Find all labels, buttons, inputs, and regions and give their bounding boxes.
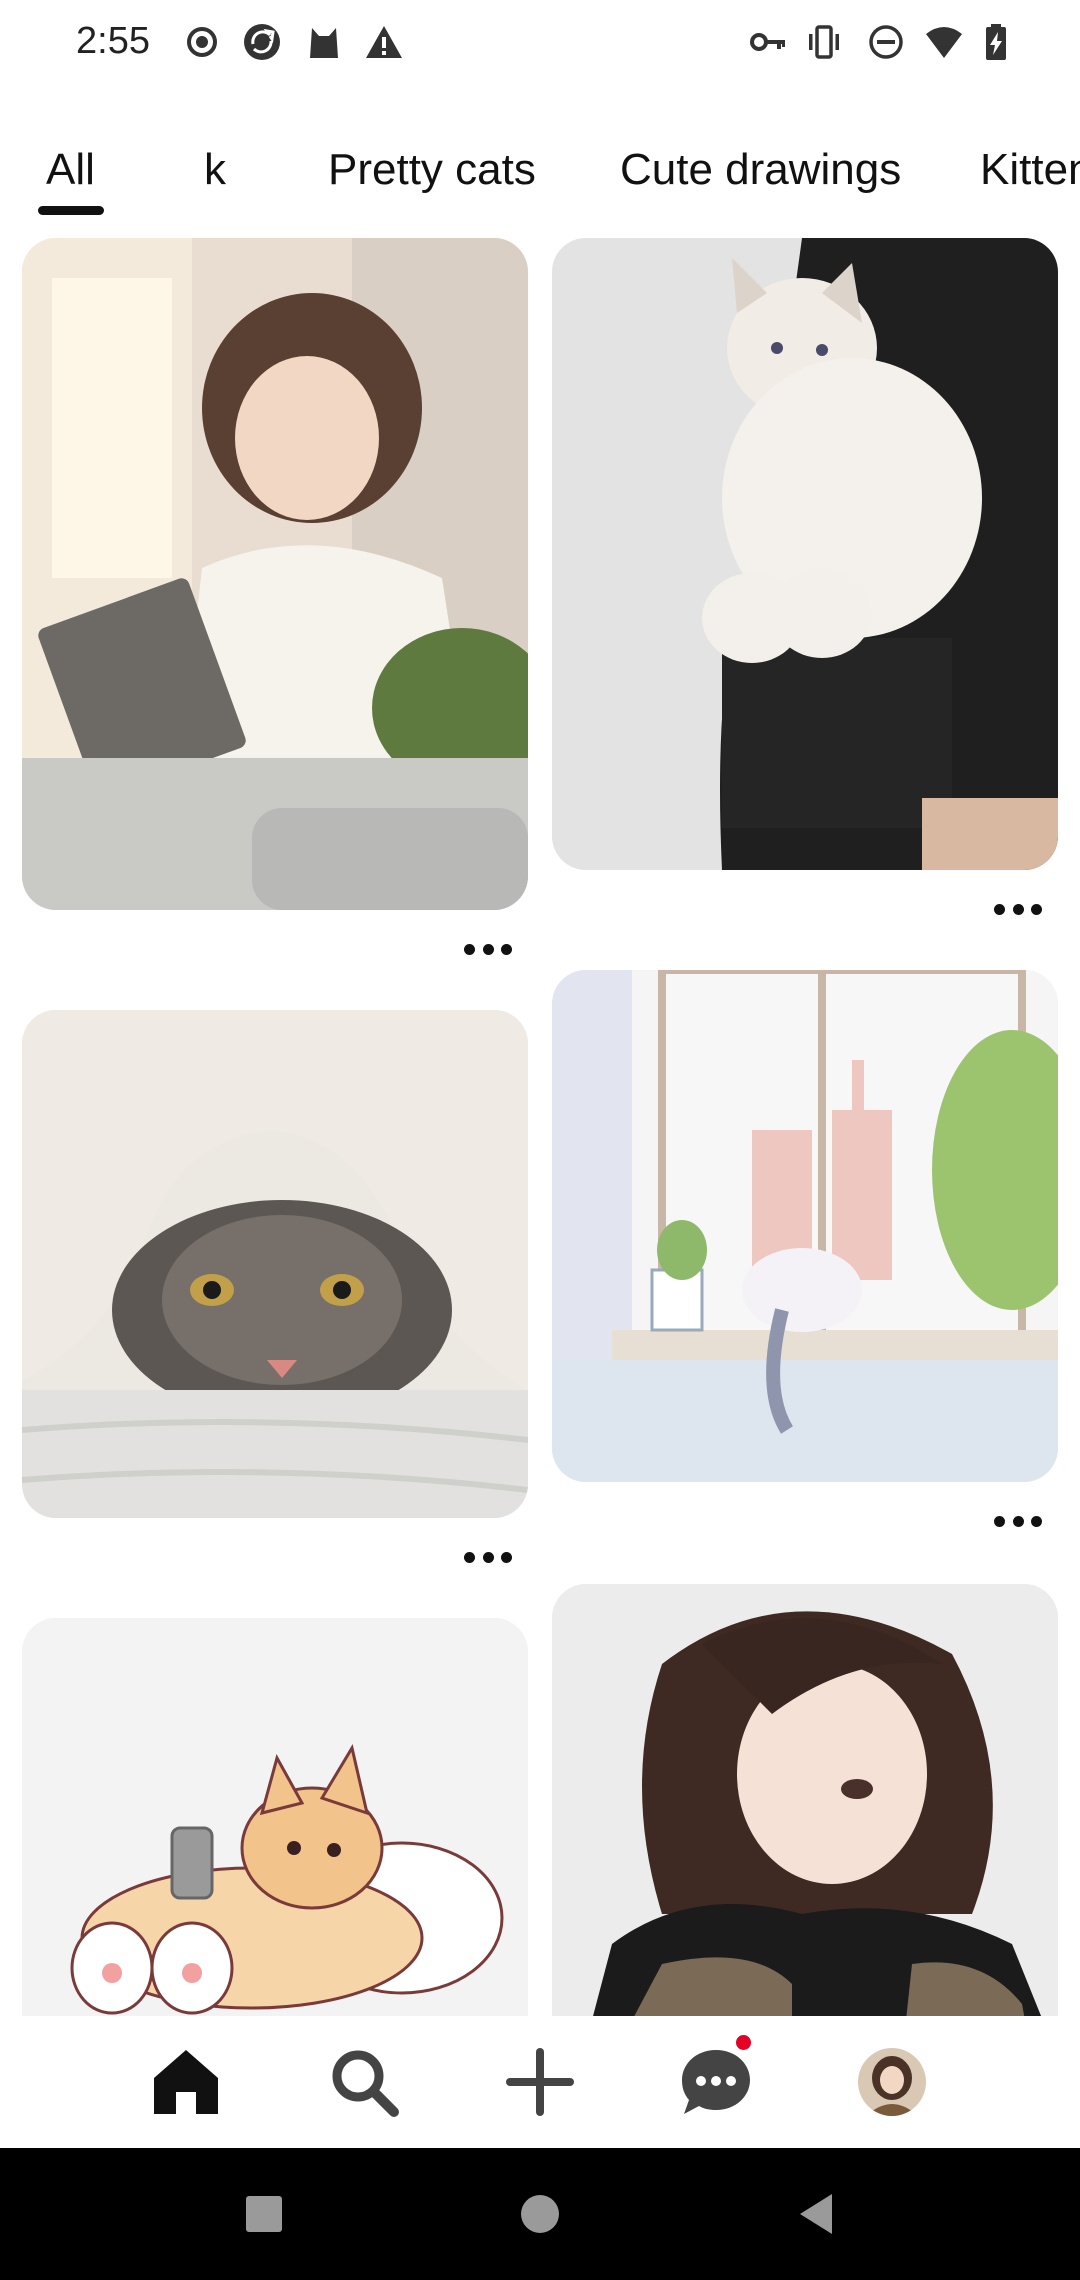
back-button[interactable] <box>792 2190 840 2238</box>
wifi-icon <box>924 22 964 62</box>
messages-icon[interactable] <box>678 2044 754 2120</box>
more-options-button[interactable] <box>458 1542 518 1572</box>
selected-tab-indicator <box>38 206 104 215</box>
pin-kitten-held[interactable] <box>552 238 1058 870</box>
status-bar: 2:55 <box>0 0 1080 90</box>
tab-kitten[interactable]: Kitten <box>980 140 1080 200</box>
pin-cat-under-blanket[interactable] <box>22 1010 528 1518</box>
profile-avatar[interactable] <box>858 2048 926 2116</box>
vibrate-icon <box>804 22 844 62</box>
pin-cat-window-drawing[interactable] <box>552 970 1058 1482</box>
message-notification-badge <box>736 2035 751 2050</box>
battery-charging-icon <box>976 22 1016 62</box>
sync-icon <box>242 22 282 62</box>
pin-cartoon-cat-phone[interactable] <box>22 1618 528 2058</box>
tab-pretty-cats[interactable]: Pretty cats <box>328 140 536 200</box>
search-icon[interactable] <box>326 2044 402 2120</box>
home-icon[interactable] <box>148 2044 224 2120</box>
do-not-disturb-icon <box>866 22 906 62</box>
pin-anime-girl[interactable] <box>552 1584 1058 2058</box>
vpn-key-icon <box>748 22 788 62</box>
cat-app-icon <box>304 22 344 62</box>
tab-cute-drawings[interactable]: Cute drawings <box>620 140 901 200</box>
tab-all[interactable]: All <box>46 140 95 200</box>
bottom-navigation <box>0 2016 1080 2148</box>
recents-button[interactable] <box>240 2190 288 2238</box>
board-tabs: All k Pretty cats Cute drawings Kitten <box>0 140 1080 220</box>
system-navigation-bar <box>0 2148 1080 2280</box>
more-options-button[interactable] <box>988 1506 1048 1536</box>
more-options-button[interactable] <box>458 934 518 964</box>
home-button[interactable] <box>516 2190 564 2238</box>
more-options-button[interactable] <box>988 894 1048 924</box>
tab-k[interactable]: k <box>204 140 226 200</box>
create-icon[interactable] <box>502 2044 578 2120</box>
warning-icon <box>364 22 404 62</box>
record-icon <box>182 22 222 62</box>
status-time: 2:55 <box>76 20 150 62</box>
pin-girl-reading[interactable] <box>22 238 528 910</box>
